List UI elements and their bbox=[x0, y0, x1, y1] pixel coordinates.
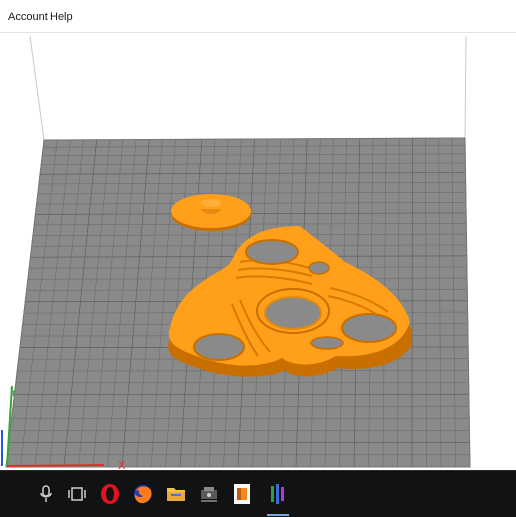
build-volume-frame bbox=[30, 36, 466, 140]
device-icon[interactable] bbox=[194, 479, 224, 509]
menu-bar: Account Help bbox=[0, 0, 516, 33]
svg-text:Y: Y bbox=[9, 386, 17, 399]
orange-app-icon[interactable] bbox=[227, 479, 257, 509]
3d-scene[interactable]: Y X bbox=[0, 33, 516, 470]
task-view-icon[interactable] bbox=[62, 479, 92, 509]
menu-account[interactable]: Account bbox=[6, 10, 50, 25]
opera-icon[interactable] bbox=[95, 479, 125, 509]
menu-help[interactable]: Help bbox=[48, 10, 75, 25]
svg-text:X: X bbox=[118, 459, 126, 470]
spinner-cap-model[interactable] bbox=[171, 194, 251, 231]
firefox-icon[interactable] bbox=[128, 479, 158, 509]
taskbar bbox=[0, 470, 516, 517]
microphone-icon[interactable] bbox=[31, 479, 61, 509]
folder-icon[interactable] bbox=[161, 479, 191, 509]
bars-app-icon[interactable] bbox=[263, 479, 293, 509]
3d-viewport[interactable]: Y X bbox=[0, 33, 516, 470]
